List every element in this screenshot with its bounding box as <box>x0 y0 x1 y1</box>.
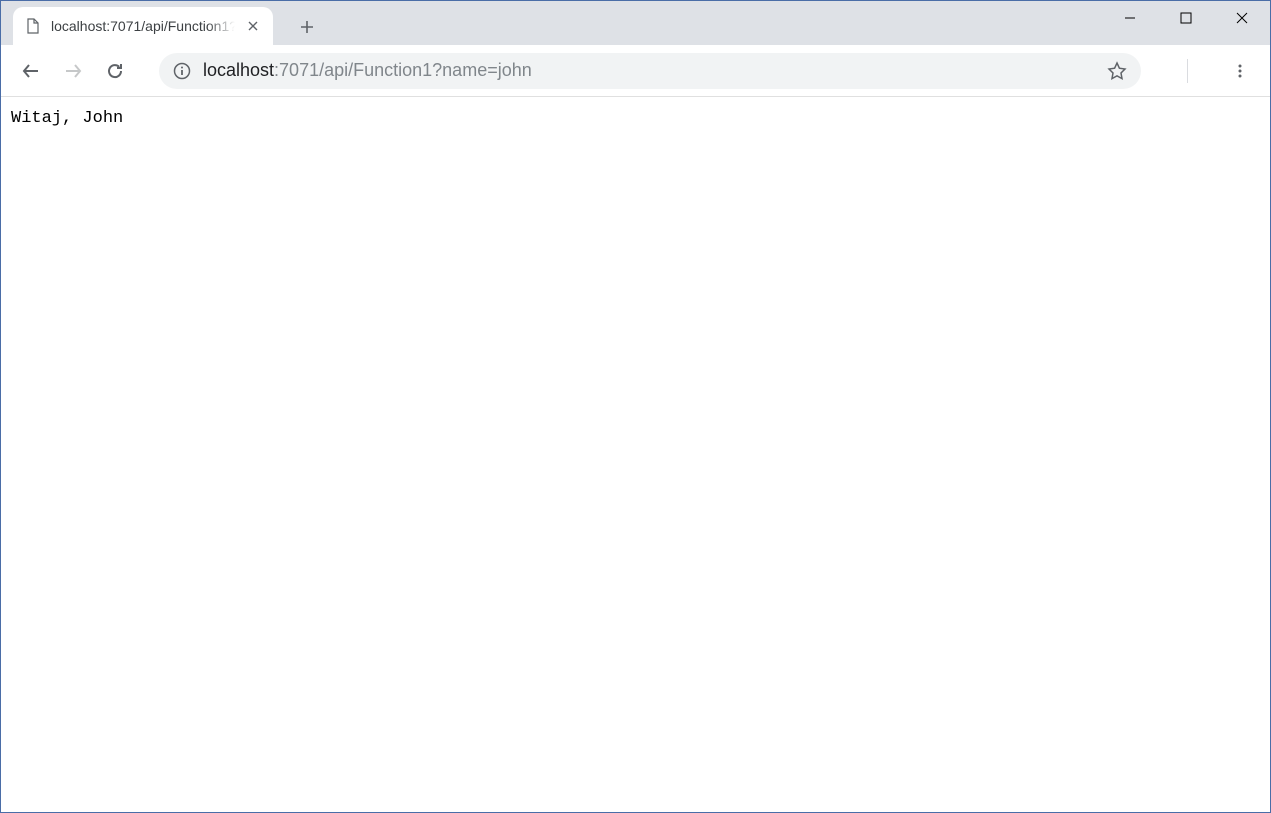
star-icon <box>1107 61 1127 81</box>
url-text: localhost:7071/api/Function1?name=john <box>203 60 1095 81</box>
info-icon <box>173 62 191 80</box>
tab-title: localhost:7071/api/Function1?name=john <box>51 18 235 34</box>
address-bar[interactable]: localhost:7071/api/Function1?name=john <box>159 53 1141 89</box>
close-icon <box>248 21 258 31</box>
tab-strip: localhost:7071/api/Function1?name=john <box>1 1 1270 45</box>
url-path: :7071/api/Function1?name=john <box>274 60 532 80</box>
maximize-button[interactable] <box>1158 1 1214 35</box>
arrow-right-icon <box>63 61 83 81</box>
document-icon <box>25 18 41 34</box>
minimize-icon <box>1124 12 1136 24</box>
plus-icon <box>300 20 314 34</box>
close-icon <box>1236 12 1248 24</box>
tab-close-button[interactable] <box>245 18 261 34</box>
dots-vertical-icon <box>1232 63 1248 79</box>
menu-button[interactable] <box>1222 53 1258 89</box>
toolbar-divider <box>1187 59 1188 83</box>
window-controls <box>1102 1 1270 35</box>
reload-button[interactable] <box>97 53 133 89</box>
new-tab-button[interactable] <box>293 13 321 41</box>
toolbar: localhost:7071/api/Function1?name=john <box>1 45 1270 97</box>
minimize-button[interactable] <box>1102 1 1158 35</box>
reload-icon <box>105 61 125 81</box>
forward-button <box>55 53 91 89</box>
close-window-button[interactable] <box>1214 1 1270 35</box>
browser-tab[interactable]: localhost:7071/api/Function1?name=john <box>13 7 273 45</box>
site-info-button[interactable] <box>173 62 191 80</box>
bookmark-button[interactable] <box>1107 61 1127 81</box>
back-button[interactable] <box>13 53 49 89</box>
url-host: localhost <box>203 60 274 80</box>
arrow-left-icon <box>21 61 41 81</box>
maximize-icon <box>1180 12 1192 24</box>
page-content: Witaj, John <box>1 97 1270 140</box>
response-text: Witaj, John <box>11 109 123 128</box>
